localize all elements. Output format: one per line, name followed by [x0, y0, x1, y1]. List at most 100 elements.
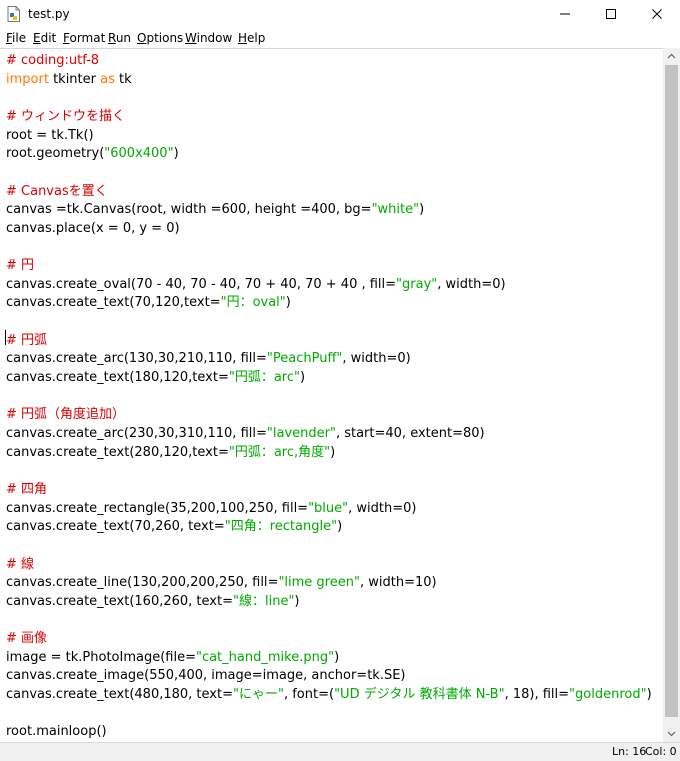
code-token: "white"	[371, 202, 420, 218]
code-token: "600x400"	[104, 146, 174, 162]
code-line: image = tk.PhotoImage(file="cat_hand_mik…	[6, 649, 339, 667]
column-number: Col: 0	[645, 745, 677, 758]
code-line: # 円弧	[6, 332, 47, 350]
code-token: , width=0)	[348, 500, 417, 516]
code-token: # 四角	[6, 481, 48, 497]
code-token: # 円弧	[6, 332, 48, 348]
code-token: )	[294, 593, 300, 609]
code-token: "にゃー"	[233, 687, 284, 703]
code-token: canvas.create_rectangle(35,200,100,250, …	[6, 500, 309, 516]
code-line: # 画像	[6, 630, 47, 648]
code-token: image = tk.PhotoImage(file=	[6, 649, 196, 665]
code-line: root.mainloop()	[6, 723, 107, 741]
code-token: , start=40, extent=80)	[335, 426, 485, 441]
title-bar[interactable]: test.py	[0, 0, 680, 28]
code-token: "gray"	[396, 276, 438, 292]
code-token: "blue"	[308, 500, 349, 516]
code-token: import	[6, 71, 49, 87]
code-token: canvas.create_text(480,180, text=	[6, 687, 233, 703]
code-token: canvas.create_text(280,120,text=	[6, 444, 229, 460]
code-line: canvas.create_text(70,120,text="円：oval")	[6, 294, 291, 312]
code-token: # ウィンドウを描く	[6, 108, 126, 124]
code-editor[interactable]: # coding:utf-8 import tkinter as tk # ウィンド…	[0, 48, 663, 743]
code-line: # ウィンドウを描く	[6, 108, 125, 126]
menu-run[interactable]: Run	[108, 31, 131, 45]
close-button[interactable]	[634, 0, 680, 28]
code-token: "四角：rectangle"	[224, 519, 338, 535]
code-token: "円弧：arc"	[228, 370, 300, 386]
code-token: # Canvasを置く	[6, 183, 108, 199]
code-token: "lavender"	[266, 426, 336, 441]
code-token: canvas.create_arc(130,30,210,110, fill=	[6, 351, 267, 367]
vertical-scrollbar[interactable]	[663, 48, 680, 742]
menu-options[interactable]: Options	[137, 31, 183, 45]
menu-format[interactable]: Format	[63, 31, 105, 45]
code-token: canvas.create_text(180,120,text=	[6, 370, 229, 386]
code-line: canvas.create_text(280,120,text="円弧：arc,…	[6, 444, 335, 462]
code-token: as	[100, 71, 115, 87]
menu-window[interactable]: Window	[185, 31, 232, 45]
python-file-icon	[7, 6, 20, 22]
code-token: "線：line"	[233, 593, 295, 609]
code-line: # 四角	[6, 481, 47, 499]
status-bar: Ln: 16 Col: 0	[0, 742, 680, 761]
code-line: # Canvasを置く	[6, 183, 108, 201]
code-token: # 円弧（角度追加）	[6, 407, 126, 423]
code-token: "lime green"	[278, 575, 360, 591]
code-token: "円：oval"	[220, 295, 286, 311]
code-token: canvas.create_text(160,260, text=	[6, 593, 233, 609]
code-line: # coding:utf-8	[6, 52, 99, 70]
code-token: tk	[114, 71, 132, 87]
code-token: canvas.place(x = 0, y = 0)	[6, 220, 180, 236]
code-token: # 画像	[6, 631, 48, 647]
code-token: root.mainloop()	[6, 724, 107, 740]
code-token: "goldenrod"	[569, 687, 647, 703]
code-token: "PeachPuff"	[266, 351, 343, 367]
code-token: canvas.create_oval(70 - 40, 70 - 40, 70 …	[6, 276, 397, 292]
code-token: canvas =tk.Canvas(root, width =600, heig…	[6, 202, 372, 218]
scroll-down-icon[interactable]	[663, 725, 680, 742]
code-token: "UD デジタル 教科書体 N-B"	[334, 687, 505, 703]
code-token: )	[285, 295, 291, 311]
code-token: canvas.create_arc(230,30,310,110, fill=	[6, 426, 267, 441]
minimize-button[interactable]	[542, 0, 588, 28]
code-line: # 線	[6, 556, 34, 574]
code-token: "cat_hand_mike.png"	[195, 649, 335, 665]
code-token: root = tk.Tk()	[6, 127, 94, 143]
code-line: root.geometry("600x400")	[6, 145, 179, 163]
code-line: canvas.create_line(130,200,200,250, fill…	[6, 574, 437, 592]
code-line: canvas.create_text(70,260, text="四角：rect…	[6, 518, 342, 536]
scroll-up-icon[interactable]	[663, 48, 680, 65]
code-token: # 線	[6, 556, 35, 572]
code-token: # coding:utf-8	[6, 53, 100, 68]
window-title: test.py	[28, 7, 70, 21]
code-token: , font=(	[283, 687, 335, 703]
code-line: # 円	[6, 257, 34, 275]
menu-help[interactable]: Help	[238, 31, 265, 45]
menu-edit[interactable]: Edit	[33, 31, 56, 45]
code-line: canvas =tk.Canvas(root, width =600, heig…	[6, 201, 424, 219]
close-icon	[652, 9, 662, 19]
code-line: canvas.create_arc(230,30,310,110, fill="…	[6, 425, 485, 443]
maximize-button[interactable]	[588, 0, 634, 28]
code-line: import tkinter as tk	[6, 71, 132, 89]
code-token: )	[173, 146, 179, 162]
code-token: )	[300, 370, 306, 386]
code-token: , width=10)	[359, 575, 437, 591]
menu-file[interactable]: File	[6, 31, 26, 45]
minimize-icon	[560, 13, 570, 15]
code-line: root = tk.Tk()	[6, 127, 94, 145]
code-token: , width=0)	[342, 351, 411, 367]
scrollbar-thumb[interactable]	[665, 65, 678, 717]
code-line: canvas.create_rectangle(35,200,100,250, …	[6, 500, 416, 518]
code-line: canvas.create_oval(70 - 40, 70 - 40, 70 …	[6, 276, 506, 294]
maximize-icon	[606, 9, 616, 19]
code-line: canvas.create_arc(130,30,210,110, fill="…	[6, 350, 411, 368]
code-line: canvas.create_text(480,180, text="にゃー", …	[6, 686, 652, 704]
code-line: # 円弧（角度追加）	[6, 406, 125, 424]
code-token: )	[419, 202, 425, 218]
code-token: # 円	[6, 258, 35, 274]
line-number: Ln: 16	[612, 745, 647, 758]
code-token: canvas.create_image(550,400, image=image…	[6, 668, 406, 684]
code-token: )	[646, 687, 652, 703]
